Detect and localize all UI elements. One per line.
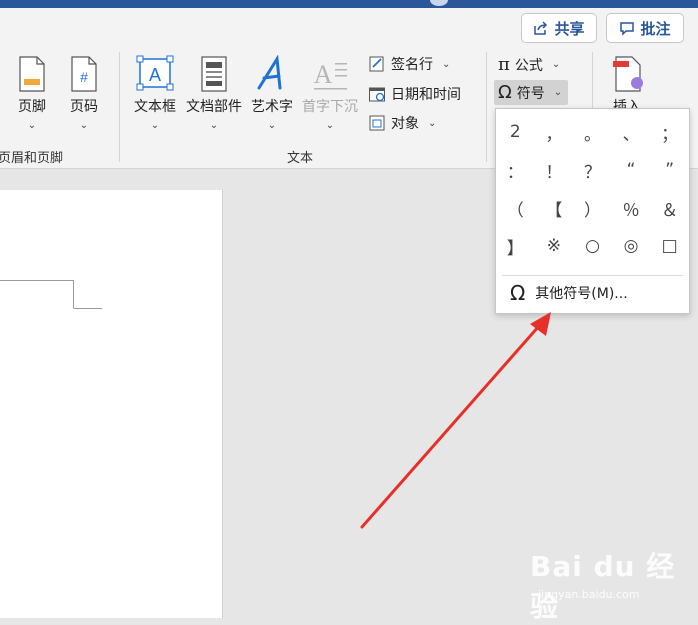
footer-button[interactable]: 页脚 ⌄ <box>12 55 52 131</box>
symbol-cell[interactable]: “ <box>612 151 651 189</box>
more-symbols-button[interactable]: Ω 其他符号(M)... <box>510 281 628 305</box>
comments-label: 批注 <box>640 19 671 38</box>
comment-icon <box>620 22 635 36</box>
dropcap-button[interactable]: A 首字下沉 ⌄ <box>299 55 361 131</box>
symbol-cell[interactable]: ◎ <box>612 227 651 265</box>
symbol-label: 符号 <box>516 85 545 102</box>
header-footer-group-label: 页眉和页脚 <box>0 151 64 166</box>
symbol-cell[interactable]: 。 <box>573 113 612 151</box>
object-icon <box>369 115 385 131</box>
symbol-grid: 2，。、； ：！？ “” （【）％＆ 】 ※ ○ ◎ □ <box>496 113 689 265</box>
share-label: 共享 <box>554 19 585 38</box>
symbol-cell[interactable]: ， <box>535 113 574 151</box>
symbol-cell[interactable]: 2 <box>496 113 535 151</box>
share-icon <box>534 21 548 35</box>
group-separator <box>486 52 487 162</box>
dropcap-label: 首字下沉 <box>302 99 358 115</box>
symbol-cell[interactable]: ： <box>496 151 535 189</box>
baidu-watermark-url: jingyan.baidu.com <box>538 588 640 601</box>
symbol-cell[interactable]: ＆ <box>650 189 689 227</box>
chevron-down-icon: ⌄ <box>325 120 335 131</box>
calendar-icon <box>369 87 385 102</box>
symbol-cell[interactable]: ※ <box>535 227 574 265</box>
symbol-button[interactable]: Ω 符号 ⌄ <box>494 80 569 105</box>
symbol-dropdown: 2，。、； ：！？ “” （【）％＆ 】 ※ ○ ◎ □ Ω 其他符号(M)... <box>495 108 690 314</box>
group-separator <box>119 52 120 162</box>
baidu-watermark: Bai du 经验 <box>530 550 676 623</box>
datetime-label: 日期和时间 <box>391 87 461 103</box>
chevron-down-icon: ⌄ <box>442 58 451 70</box>
quick-parts-icon <box>201 56 227 92</box>
textbox-icon: A <box>136 55 174 91</box>
signature-line-label: 签名行 <box>391 57 433 73</box>
equation-label: 公式 <box>514 57 543 74</box>
quick-parts-button[interactable]: 文档部件 ⌄ <box>183 55 245 131</box>
chevron-down-icon: ⌄ <box>551 59 561 70</box>
symbol-cell[interactable]: ％ <box>612 189 651 227</box>
symbol-cell[interactable]: ） <box>573 189 612 227</box>
equation-button[interactable]: π 公式 ⌄ <box>498 54 560 75</box>
symbol-cell[interactable]: ○ <box>573 227 612 265</box>
symbol-cell[interactable]: ” <box>650 151 689 189</box>
chevron-down-icon: ⌄ <box>150 120 160 131</box>
more-symbols-label: 其他符号(M)... <box>535 286 628 302</box>
page-number-button[interactable]: # 页码 ⌄ <box>64 55 104 131</box>
insert-button[interactable]: 插入 <box>604 55 650 116</box>
chevron-down-icon: ⌄ <box>27 120 37 131</box>
symbol-cell[interactable]: □ <box>650 227 689 265</box>
symbol-cell[interactable]: （ <box>496 189 535 227</box>
page-number-label: 页码 <box>70 99 98 115</box>
svg-text:A: A <box>149 65 161 85</box>
chevron-down-icon: ⌄ <box>267 120 277 131</box>
wordart-icon <box>257 55 282 90</box>
symbol-cell[interactable]: ！ <box>535 151 574 189</box>
omega-icon: Ω <box>498 82 512 103</box>
object-button[interactable]: 对象 ⌄ <box>368 113 436 133</box>
comments-button[interactable]: 批注 <box>606 13 684 43</box>
page-number-icon: # <box>71 56 97 92</box>
quick-parts-label: 文档部件 <box>186 99 242 115</box>
symbol-cell[interactable]: 【 <box>535 189 574 227</box>
footer-label: 页脚 <box>18 99 46 115</box>
svg-text:#: # <box>80 69 88 85</box>
svg-text:A: A <box>314 60 333 89</box>
signature-line-icon <box>369 56 384 72</box>
signature-line-button[interactable]: 签名行 ⌄ <box>368 54 450 74</box>
chevron-down-icon: ⌄ <box>79 120 89 131</box>
symbol-cell[interactable]: 、 <box>612 113 651 151</box>
text-group-label: 文本 <box>287 151 314 166</box>
wordart-label: 艺术字 <box>251 99 293 115</box>
chevron-down-icon: ⌄ <box>209 120 219 131</box>
title-bar-avatar <box>430 0 448 6</box>
dropdown-separator <box>502 275 683 276</box>
symbol-cell[interactable]: ？ <box>573 151 612 189</box>
chevron-down-icon: ⌄ <box>428 117 437 129</box>
document-page[interactable] <box>0 190 223 618</box>
textbox-label: 文本框 <box>134 99 176 115</box>
wordart-button[interactable]: 艺术字 ⌄ <box>248 55 296 131</box>
pi-icon: π <box>498 54 510 75</box>
share-button[interactable]: 共享 <box>521 13 597 43</box>
dropcap-icon: A <box>314 60 347 90</box>
title-bar <box>0 0 698 8</box>
insert-file-icon <box>613 56 643 92</box>
datetime-button[interactable]: 日期和时间 <box>368 84 461 104</box>
symbol-cell[interactable]: ； <box>650 113 689 151</box>
omega-icon: Ω <box>510 281 526 305</box>
object-label: 对象 <box>391 116 419 132</box>
symbol-cell[interactable]: 】 <box>496 227 535 265</box>
footer-icon <box>19 56 45 92</box>
textbox-button[interactable]: A 文本框 ⌄ <box>131 55 179 131</box>
page-margin-marks <box>0 280 102 309</box>
chevron-down-icon: ⌄ <box>553 87 563 98</box>
